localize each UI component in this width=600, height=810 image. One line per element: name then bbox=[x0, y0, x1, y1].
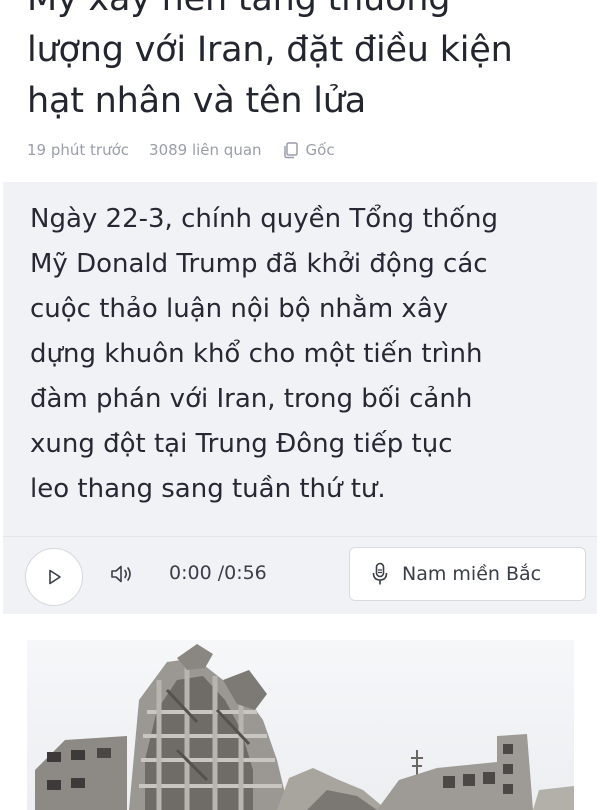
summary-line: xung đột tại Trung Đông tiếp tục bbox=[30, 429, 453, 459]
microphone-icon bbox=[372, 562, 388, 585]
volume-icon[interactable] bbox=[110, 562, 136, 586]
article-summary: Ngày 22-3, chính quyền Tổng thống Mỹ Don… bbox=[30, 197, 575, 512]
article-headline: Mỹ xây nền tảng thương lượng với Iran, đ… bbox=[27, 0, 587, 127]
source-label: Gốc bbox=[305, 141, 335, 159]
headline-line: lượng với Iran, đặt điều kiện bbox=[27, 30, 513, 70]
audio-time: 0:00 /0:56 bbox=[169, 562, 267, 584]
summary-line: Ngày 22-3, chính quyền Tổng thống bbox=[30, 204, 498, 234]
related-count-link[interactable]: 3089 liên quan bbox=[149, 141, 262, 159]
summary-line: cuộc thảo luận nội bộ nhằm xây bbox=[30, 294, 449, 324]
play-icon bbox=[49, 569, 61, 585]
copy-icon bbox=[283, 142, 298, 159]
voice-label: Nam miền Bắc bbox=[402, 563, 542, 585]
headline-line: hạt nhân và tên lửa bbox=[27, 81, 367, 121]
summary-line: dựng khuôn khổ cho một tiến trình bbox=[30, 339, 483, 369]
article-meta: 19 phút trước 3089 liên quan Gốc bbox=[27, 141, 335, 159]
destroyed-buildings-photo[interactable] bbox=[27, 640, 574, 810]
headline-line: Mỹ xây nền tảng thương bbox=[27, 0, 587, 25]
play-button[interactable] bbox=[25, 548, 83, 606]
summary-line: leo thang sang tuần thứ tư. bbox=[30, 474, 386, 504]
summary-line: Mỹ Donald Trump đã khởi động các bbox=[30, 249, 488, 279]
summary-line: đàm phán với Iran, trong bối cảnh bbox=[30, 384, 473, 414]
time-ago: 19 phút trước bbox=[27, 141, 130, 159]
voice-select-button[interactable]: Nam miền Bắc bbox=[349, 547, 586, 601]
source-link[interactable]: Gốc bbox=[282, 141, 335, 159]
